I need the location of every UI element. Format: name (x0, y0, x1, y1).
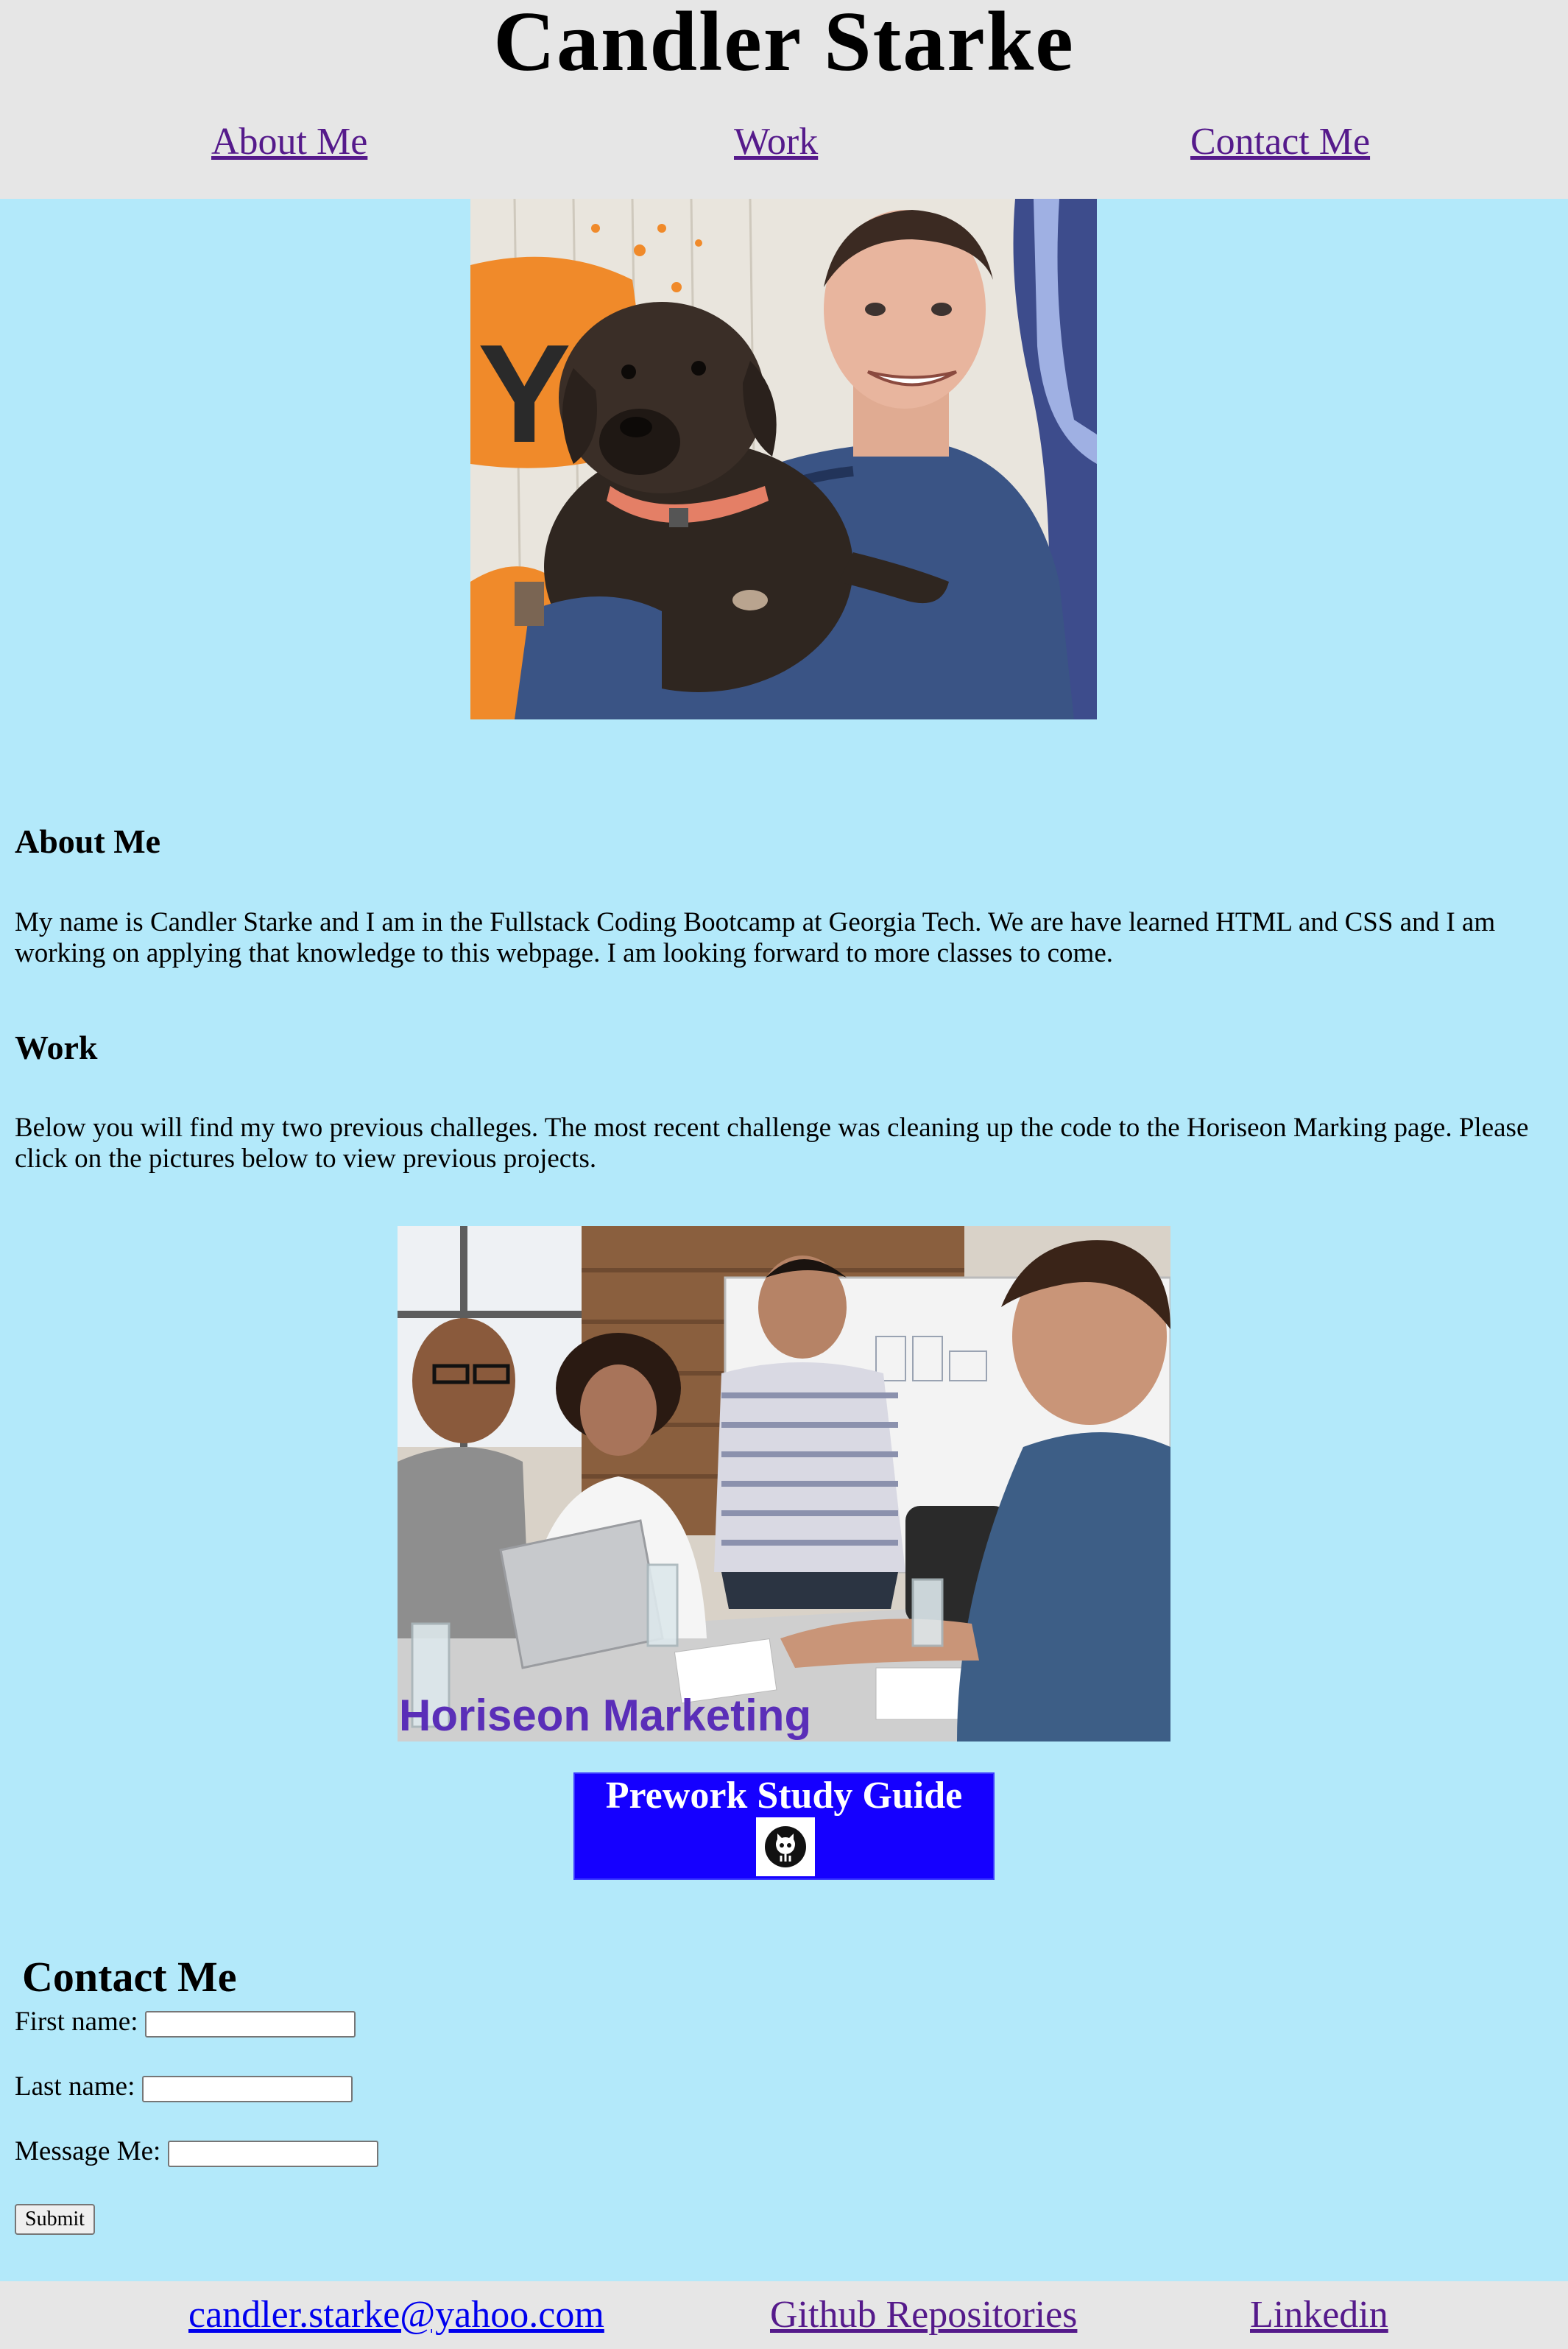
prework-title: Prework Study Guide (605, 1775, 963, 1817)
last-name-label: Last name: (15, 2071, 135, 2102)
github-cat-icon (756, 1817, 815, 1876)
nav-about-me-link[interactable]: About Me (211, 116, 367, 168)
site-title: Candler Starke (493, 0, 1075, 89)
site-footer: candler.starke@yahoo.com Github Reposito… (0, 2281, 1568, 2349)
footer-linkedin-link[interactable]: Linkedin (1250, 2292, 1388, 2339)
message-row: Message Me: (15, 2135, 378, 2169)
horiseon-caption: Horiseon Marketing (399, 1691, 812, 1740)
nav-contact-me-link[interactable]: Contact Me (1190, 116, 1370, 168)
footer-github-link[interactable]: Github Repositories (770, 2292, 1077, 2339)
about-text: My name is Candler Starke and I am in th… (15, 907, 1496, 968)
last-name-row: Last name: (15, 2070, 353, 2104)
last-name-input[interactable] (141, 2075, 353, 2102)
first-name-row: First name: (15, 2005, 356, 2039)
first-name-input[interactable] (144, 2010, 356, 2038)
work-text: Below you will find my two previous chal… (15, 1113, 1529, 1174)
about-heading: About Me (15, 823, 161, 860)
horiseon-project-image (398, 1226, 1170, 1742)
profile-photo: YO (470, 199, 1097, 719)
footer-email-link[interactable]: candler.starke@yahoo.com (188, 2292, 604, 2339)
nav-work-link[interactable]: Work (734, 116, 818, 168)
site-header: Candler Starke About Me Work Contact Me (0, 0, 1568, 199)
prework-study-guide-link[interactable]: Prework Study Guide (573, 1772, 995, 1880)
message-label: Message Me: (15, 2136, 161, 2166)
submit-button[interactable]: Submit (15, 2204, 95, 2235)
work-heading: Work (15, 1029, 98, 1066)
horiseon-project-link[interactable]: Horiseon Marketing (398, 1226, 1170, 1742)
message-input[interactable] (167, 2140, 378, 2167)
contact-heading: Contact Me (22, 1953, 237, 2001)
first-name-label: First name: (15, 2007, 138, 2037)
